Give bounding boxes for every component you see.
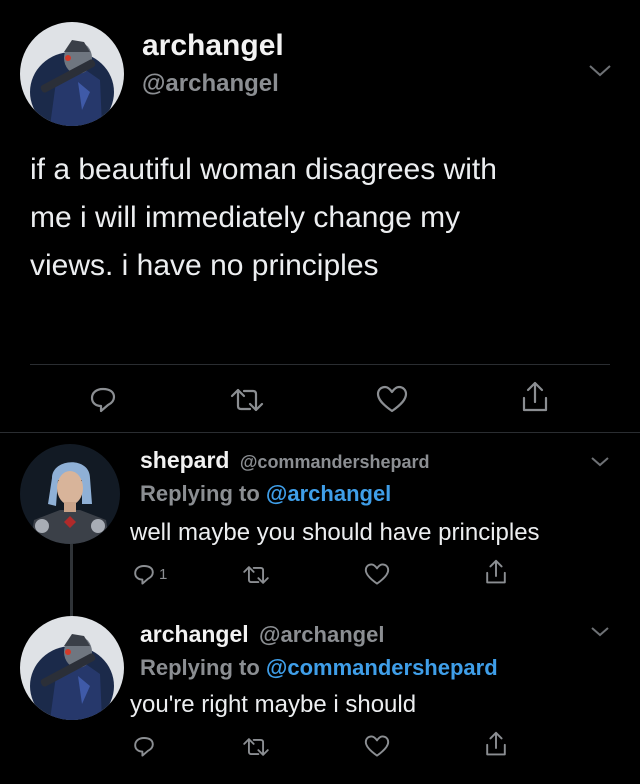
avatar-shepard[interactable]: [20, 444, 120, 544]
replying-to: Replying to @commandershepard: [140, 654, 498, 682]
reply-icon: [134, 737, 154, 757]
share-icon: [522, 381, 548, 412]
retweet-icon: [230, 388, 264, 412]
reply-icon: [90, 387, 116, 413]
reply-header: shepard @commandershepard: [140, 446, 429, 476]
display-name[interactable]: shepard: [140, 447, 229, 473]
display-name[interactable]: archangel: [142, 28, 284, 64]
avatar-archangel[interactable]: [20, 616, 124, 720]
like-button[interactable]: [364, 562, 390, 586]
retweet-icon: [243, 738, 269, 756]
reply-header: archangel @archangel: [140, 620, 384, 649]
reply-count: 1: [159, 565, 168, 583]
replying-label: Replying to: [140, 481, 260, 506]
tweet-text: if a beautiful woman disagrees with me i…: [30, 146, 497, 290]
tweet-text: well maybe you should have principles: [130, 519, 540, 546]
like-icon: [364, 563, 390, 585]
reply-icon: [134, 565, 154, 585]
replying-label: Replying to: [140, 655, 260, 680]
retweet-button[interactable]: [242, 564, 270, 586]
divider: [0, 432, 640, 433]
share-button[interactable]: [520, 380, 550, 414]
mention-link[interactable]: @commandershepard: [266, 655, 498, 680]
tweet-text-line: if a beautiful woman disagrees with: [30, 153, 497, 186]
tweet-text-line: me i will immediately change my: [30, 201, 461, 234]
tweet-text: you're right maybe i should: [130, 691, 417, 718]
like-button[interactable]: [364, 734, 390, 758]
shepard-avatar-icon: [20, 444, 120, 544]
divider: [30, 364, 610, 365]
share-icon: [486, 731, 506, 756]
thread-line: [70, 534, 73, 616]
user-handle[interactable]: @archangel: [259, 622, 384, 647]
mention-link[interactable]: @archangel: [266, 481, 391, 506]
share-button[interactable]: [484, 558, 508, 586]
reply-button[interactable]: [132, 734, 156, 758]
share-icon: [486, 559, 506, 584]
like-icon: [364, 735, 390, 757]
reply-button[interactable]: 1: [132, 562, 167, 586]
share-button[interactable]: [484, 730, 508, 758]
tweet-text-line: views. i have no principles: [30, 249, 379, 282]
chevron-down-icon[interactable]: [588, 64, 612, 78]
chevron-down-icon[interactable]: [590, 456, 610, 468]
display-name[interactable]: archangel: [140, 621, 249, 647]
user-handle[interactable]: @commandershepard: [240, 452, 430, 472]
garrus-avatar-icon: [20, 616, 124, 720]
garrus-avatar-icon: [20, 22, 124, 126]
replying-to: Replying to @archangel: [140, 480, 391, 508]
retweet-button[interactable]: [230, 386, 264, 414]
like-button[interactable]: [376, 384, 408, 414]
like-icon: [376, 385, 408, 413]
retweet-icon: [243, 566, 269, 584]
chevron-down-icon[interactable]: [590, 626, 610, 638]
reply-button[interactable]: [88, 384, 118, 414]
retweet-button[interactable]: [242, 736, 270, 758]
avatar-archangel[interactable]: [20, 22, 124, 126]
user-handle[interactable]: @archangel: [142, 70, 279, 98]
